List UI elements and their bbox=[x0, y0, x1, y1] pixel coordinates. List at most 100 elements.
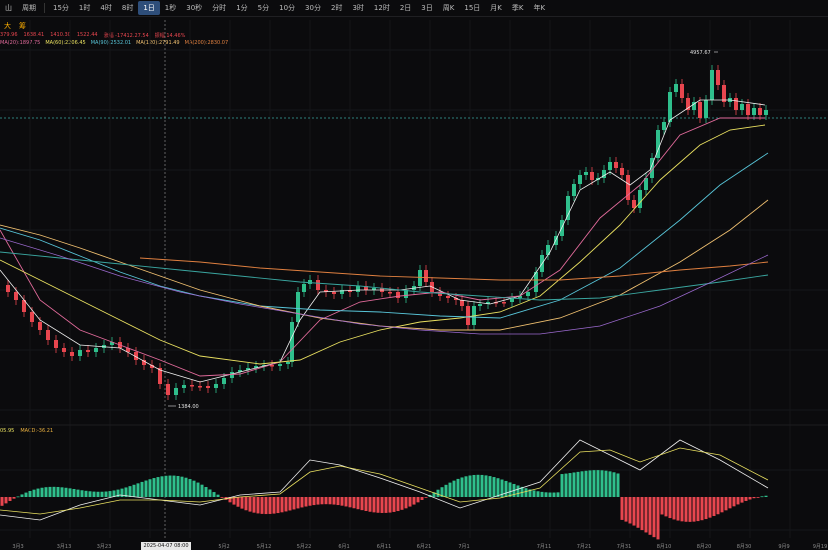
macd-bar bbox=[592, 470, 596, 497]
x-axis-label: 8月30 bbox=[737, 544, 752, 550]
ma-line-20 bbox=[0, 117, 765, 377]
macd-bar bbox=[68, 488, 72, 497]
macd-bar bbox=[364, 497, 368, 512]
macd-bar bbox=[444, 484, 448, 497]
macd-bar bbox=[308, 497, 312, 506]
macd-bar bbox=[208, 489, 212, 497]
x-axis-label: 5月12 bbox=[257, 544, 272, 550]
macd-bar bbox=[312, 497, 316, 506]
macd-bar bbox=[156, 477, 160, 497]
candle-body bbox=[78, 350, 82, 356]
macd-bar bbox=[316, 497, 320, 505]
macd-bar bbox=[0, 497, 4, 506]
candle-body bbox=[620, 168, 624, 175]
candle-body bbox=[46, 330, 50, 340]
macd-bar bbox=[92, 491, 96, 497]
macd-bar bbox=[28, 491, 32, 497]
macd-bar bbox=[540, 491, 544, 497]
candle-body bbox=[316, 280, 320, 290]
macd-bar bbox=[676, 497, 680, 521]
macd-bar bbox=[44, 487, 48, 497]
macd-bar bbox=[72, 488, 76, 497]
macd-bar bbox=[684, 497, 688, 522]
macd-bar bbox=[288, 497, 292, 511]
macd-bar bbox=[20, 494, 24, 497]
candle-body bbox=[716, 70, 720, 85]
macd-bar bbox=[456, 478, 460, 497]
x-axis-label: 6月11 bbox=[377, 544, 392, 550]
crosshair-date-label: 2025-04-07 08:00 bbox=[141, 542, 191, 550]
macd-bar bbox=[696, 497, 700, 522]
macd-bar bbox=[244, 497, 248, 511]
macd-bar bbox=[656, 497, 660, 540]
macd-bar bbox=[716, 497, 720, 515]
macd-bar bbox=[344, 497, 348, 507]
candle-body bbox=[668, 92, 672, 122]
macd-bar bbox=[52, 486, 56, 497]
macd-bar bbox=[596, 470, 600, 497]
candle-body bbox=[608, 162, 612, 170]
macd-bar bbox=[420, 497, 424, 500]
macd-bar bbox=[408, 497, 412, 507]
candle-body bbox=[722, 85, 726, 102]
macd-bar bbox=[388, 497, 392, 513]
macd-bar bbox=[480, 474, 484, 497]
macd-bar bbox=[416, 497, 420, 503]
ma-line-120 bbox=[0, 199, 769, 331]
candle-body bbox=[332, 292, 336, 294]
ma-line-purple bbox=[0, 237, 769, 335]
macd-bar bbox=[356, 497, 360, 510]
macd-bar bbox=[292, 497, 296, 510]
macd-bar bbox=[300, 497, 304, 508]
macd-bar bbox=[468, 475, 472, 497]
macd-bar bbox=[100, 491, 104, 497]
low-annotation: 1384.00 bbox=[178, 404, 199, 410]
x-axis-label: 5月22 bbox=[297, 544, 312, 550]
macd-bar bbox=[568, 473, 572, 497]
macd-bar bbox=[584, 470, 588, 497]
candle-body bbox=[174, 388, 178, 395]
candle-body bbox=[698, 102, 702, 118]
candle-body bbox=[6, 285, 10, 292]
candle-body bbox=[704, 100, 708, 118]
macd-bar bbox=[604, 470, 608, 497]
high-annotation: 4957.67 bbox=[690, 50, 711, 56]
macd-bar bbox=[724, 497, 728, 511]
macd-bar bbox=[328, 497, 332, 505]
macd-bar bbox=[176, 475, 180, 497]
candle-body bbox=[662, 122, 666, 130]
candle-body bbox=[584, 172, 588, 175]
macd-bar bbox=[32, 489, 36, 497]
macd-bar bbox=[284, 497, 288, 512]
macd-bar bbox=[680, 497, 684, 522]
x-axis-label: 8月20 bbox=[697, 544, 712, 550]
candle-body bbox=[166, 384, 170, 395]
macd-bar bbox=[572, 472, 576, 497]
macd-bar bbox=[276, 497, 280, 514]
macd-bar bbox=[12, 497, 16, 499]
macd-bar bbox=[368, 497, 372, 512]
price-chart[interactable]: 4957.671384.003月33月133月234月225月25月125月22… bbox=[0, 0, 828, 550]
macd-bar bbox=[424, 497, 428, 498]
macd-bar bbox=[384, 497, 388, 513]
macd-bar bbox=[56, 486, 60, 497]
macd-bar bbox=[756, 497, 760, 498]
candle-body bbox=[214, 384, 218, 388]
macd-bar bbox=[464, 476, 468, 497]
x-axis-label: 6月21 bbox=[417, 544, 432, 550]
x-axis-label: 7月31 bbox=[617, 544, 632, 550]
macd-bar bbox=[96, 491, 100, 497]
macd-bar bbox=[184, 477, 188, 497]
candle-body bbox=[230, 372, 234, 378]
macd-bar bbox=[488, 476, 492, 497]
candle-body bbox=[14, 292, 18, 300]
x-axis-label: 9月19 bbox=[813, 544, 828, 550]
candle-body bbox=[418, 270, 422, 286]
candle-body bbox=[396, 292, 400, 298]
macd-bar bbox=[348, 497, 352, 508]
candle-body bbox=[710, 70, 714, 100]
macd-bar bbox=[688, 497, 692, 522]
macd-bar bbox=[732, 497, 736, 507]
macd-bar bbox=[360, 497, 364, 511]
macd-bar bbox=[104, 491, 108, 497]
